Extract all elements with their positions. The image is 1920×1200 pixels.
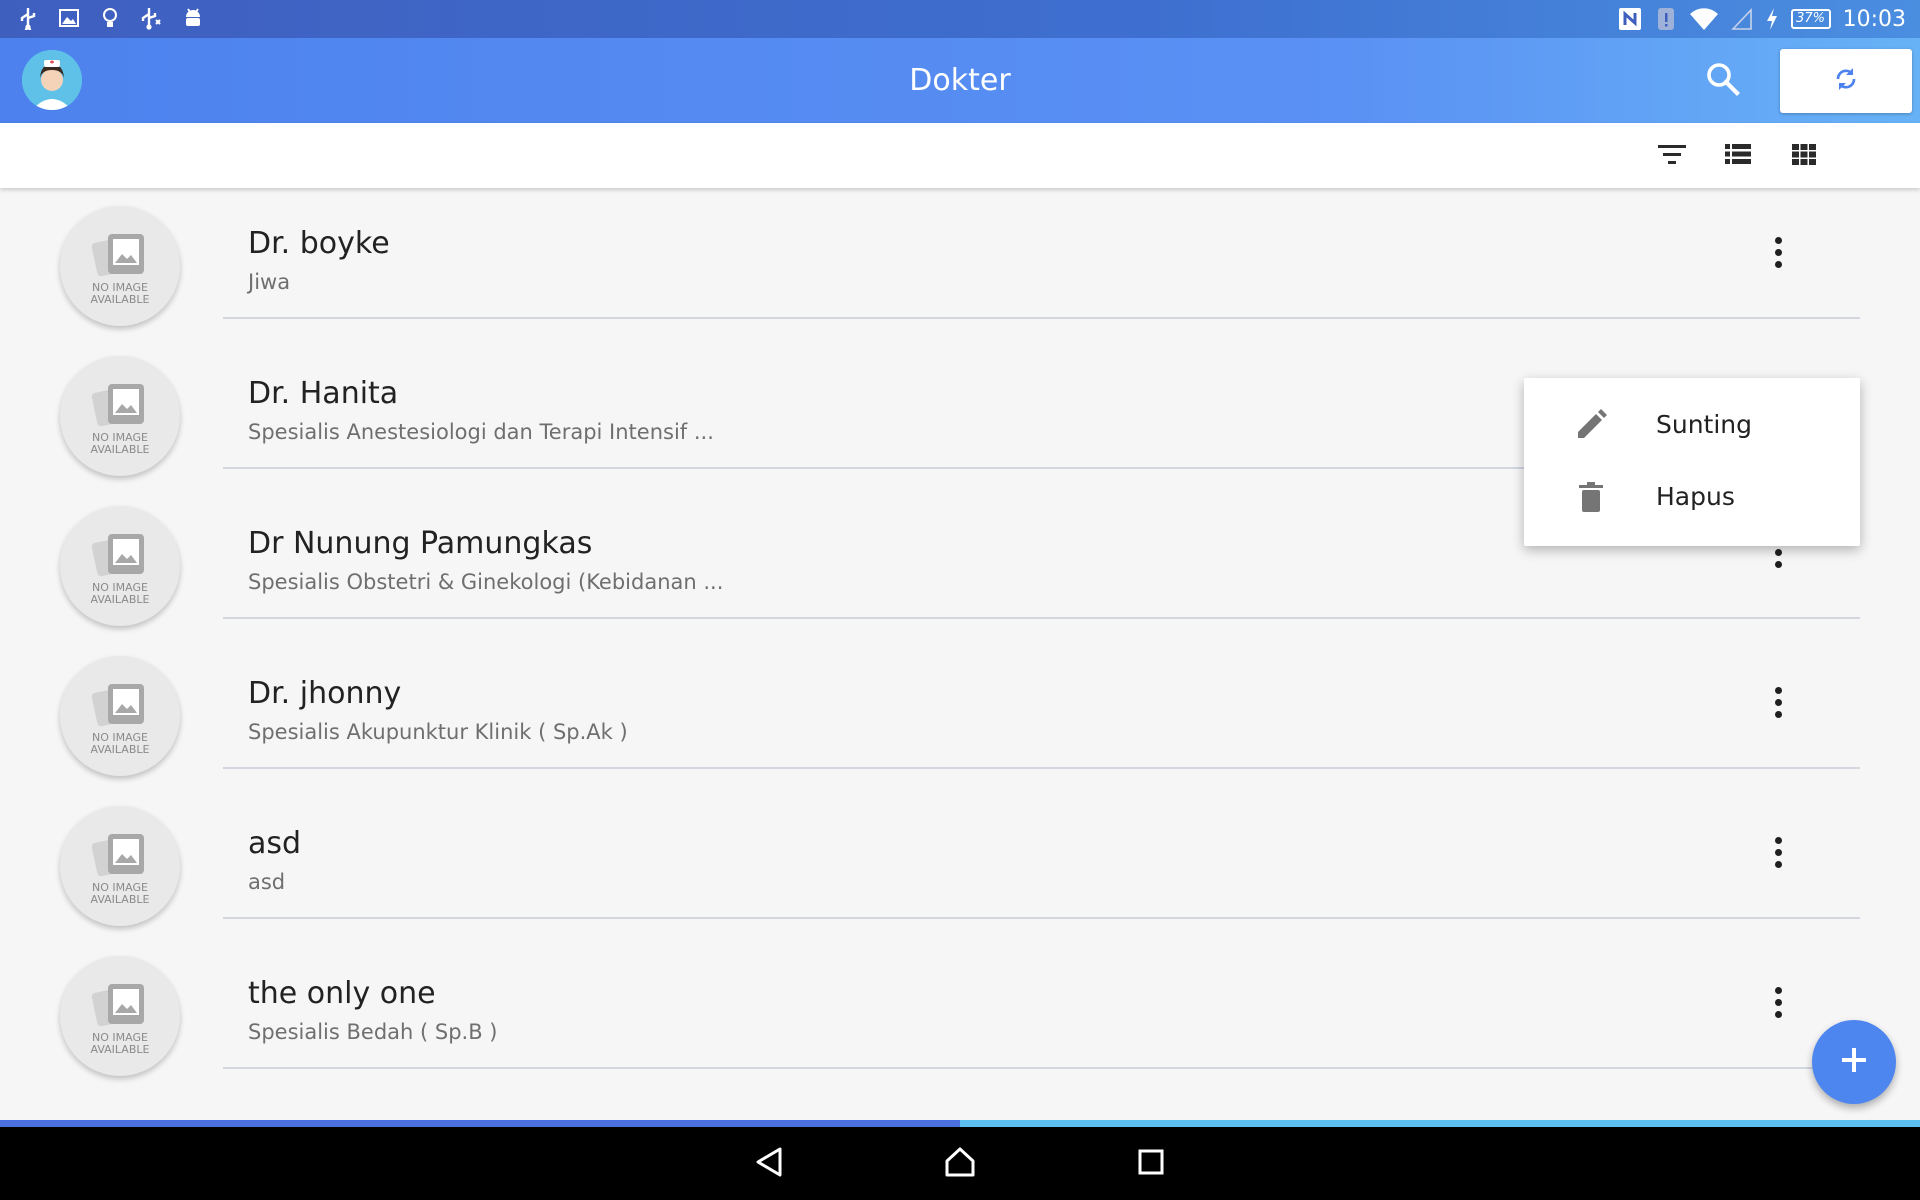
filter-icon [1657, 142, 1687, 170]
progress-fill [0, 1120, 960, 1127]
app-bar: Dokter [0, 38, 1920, 123]
context-menu: Sunting Hapus [1524, 378, 1860, 546]
list-item[interactable]: NO IMAGE AVAILABLE Dr. jhonny Spesialis A… [0, 638, 1920, 788]
add-doctor-button[interactable] [1812, 1020, 1896, 1104]
doctor-specialty: Spesialis Obstetri & Ginekologi (Kebidan… [248, 570, 724, 594]
search-button[interactable] [1700, 58, 1746, 104]
sync-icon [1832, 65, 1860, 97]
image-placeholder-icon [91, 534, 144, 577]
filter-button[interactable] [1656, 140, 1688, 172]
divider [223, 917, 1860, 919]
status-bar: 37% 10:03 [0, 0, 1920, 38]
home-button[interactable] [937, 1141, 983, 1187]
plus-icon [1839, 1045, 1869, 1079]
no-image-text: NO IMAGE AVAILABLE [90, 1031, 150, 1056]
list-view-icon [1724, 142, 1752, 170]
list-item[interactable]: NO IMAGE AVAILABLE asd asd [0, 788, 1920, 938]
image-placeholder-icon [91, 684, 144, 727]
image-icon [58, 7, 80, 29]
no-image-text: NO IMAGE AVAILABLE [90, 281, 150, 306]
doctor-name: the only one [248, 976, 436, 1011]
recents-icon [1137, 1148, 1165, 1180]
menu-item-hapus[interactable]: Hapus [1524, 462, 1860, 534]
divider [223, 1067, 1860, 1069]
image-placeholder-icon [91, 984, 144, 1027]
more-options-icon[interactable] [1760, 828, 1796, 876]
doctor-photo: NO IMAGE AVAILABLE [60, 506, 180, 626]
list-item[interactable]: NO IMAGE AVAILABLE the only one Spesialis… [0, 938, 1920, 1088]
back-icon [754, 1146, 784, 1182]
recents-button[interactable] [1128, 1141, 1174, 1187]
doctor-name: Dr. boyke [248, 226, 390, 261]
signal-icon [1730, 7, 1753, 31]
more-options-icon[interactable] [1760, 678, 1796, 726]
image-placeholder-icon [91, 834, 144, 877]
no-image-text: NO IMAGE AVAILABLE [90, 431, 150, 456]
clock: 10:03 [1842, 6, 1906, 32]
list-item[interactable]: NO IMAGE AVAILABLE Dr. boyke Jiwa [0, 188, 1920, 338]
menu-item-label: Sunting [1656, 410, 1753, 439]
no-image-text: NO IMAGE AVAILABLE [90, 581, 150, 606]
menu-item-label: Hapus [1656, 482, 1735, 511]
doctor-photo: NO IMAGE AVAILABLE [60, 656, 180, 776]
system-icons: 37% 10:03 [1617, 4, 1906, 34]
wifi-icon [1689, 6, 1719, 32]
doctor-name: Dr. jhonny [248, 676, 402, 711]
loading-progress-bar [0, 1120, 1920, 1127]
trash-icon [1574, 480, 1608, 514]
doctor-specialty: Jiwa [248, 270, 291, 294]
nurse-avatar[interactable] [22, 50, 82, 110]
doctor-name: Dr. Hanita [248, 376, 399, 411]
usb-debug-icon [140, 6, 162, 30]
doctor-name: Dr Nunung Pamungkas [248, 526, 593, 561]
charging-icon [1765, 7, 1779, 31]
menu-item-sunting[interactable]: Sunting [1524, 390, 1860, 462]
alert-icon [1655, 6, 1677, 32]
bulb-icon [100, 6, 120, 30]
navigation-bar [0, 1127, 1920, 1200]
android-icon [182, 6, 204, 30]
divider [223, 767, 1860, 769]
grid-view-icon [1791, 142, 1817, 170]
usb-icon [18, 6, 38, 30]
doctor-specialty: Spesialis Anestesiologi dan Terapi Inten… [248, 420, 714, 444]
sync-button[interactable] [1780, 49, 1912, 113]
notification-icons [18, 6, 204, 30]
doctor-photo: NO IMAGE AVAILABLE [60, 206, 180, 326]
doctor-specialty: Spesialis Akupunktur Klinik ( Sp.Ak ) [248, 720, 628, 744]
page-title: Dokter [909, 63, 1011, 98]
home-icon [944, 1146, 976, 1182]
nfc-icon [1617, 6, 1643, 32]
doctor-photo: NO IMAGE AVAILABLE [60, 356, 180, 476]
image-placeholder-icon [91, 384, 144, 427]
doctor-specialty: asd [248, 870, 286, 894]
pencil-icon [1574, 408, 1608, 442]
image-placeholder-icon [91, 234, 144, 277]
more-options-icon[interactable] [1760, 978, 1796, 1026]
list-view-button[interactable] [1722, 140, 1754, 172]
more-options-icon[interactable] [1760, 228, 1796, 276]
doctor-photo: NO IMAGE AVAILABLE [60, 956, 180, 1076]
no-image-text: NO IMAGE AVAILABLE [90, 881, 150, 906]
doctor-photo: NO IMAGE AVAILABLE [60, 806, 180, 926]
divider [223, 617, 1860, 619]
no-image-text: NO IMAGE AVAILABLE [90, 731, 150, 756]
grid-view-button[interactable] [1788, 140, 1820, 172]
view-toolbar [0, 123, 1920, 188]
search-icon [1705, 61, 1741, 101]
battery-level: 37% [1790, 9, 1831, 29]
doctor-name: asd [248, 826, 302, 861]
divider [223, 317, 1860, 319]
doctor-specialty: Spesialis Bedah ( Sp.B ) [248, 1020, 498, 1044]
back-button[interactable] [746, 1141, 792, 1187]
